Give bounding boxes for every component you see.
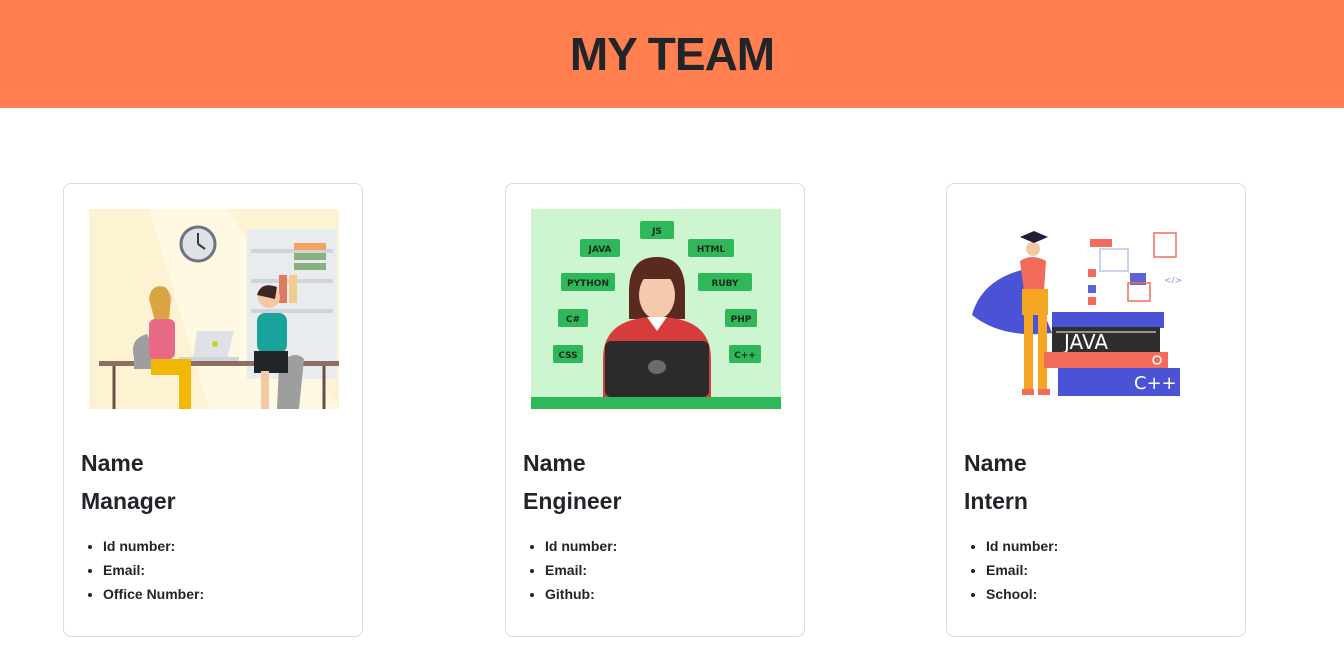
engineer-details-list: Id number: Email: Github: xyxy=(523,534,617,606)
tag-python: PYTHON xyxy=(567,279,609,289)
page-title: MY TEAM xyxy=(569,28,775,80)
page-header: MY TEAM xyxy=(0,0,1344,108)
id-number-item: Id number: xyxy=(545,534,617,558)
intern-card: </> JAVA C++ Name Intern • Id number: • … xyxy=(946,183,1246,637)
tag-cpp: C++ xyxy=(734,351,756,361)
github-item: Github: xyxy=(545,582,617,606)
book-java: JAVA xyxy=(1062,330,1108,354)
intern-role: Intern xyxy=(964,488,1028,514)
tag-ruby: RUBY xyxy=(711,279,739,289)
engineer-card: JS JAVA HTML PYTHON RUBY C# PHP CSS C++ xyxy=(505,183,805,637)
intern-illustration: </> JAVA C++ xyxy=(972,209,1222,409)
svg-text:</>: </> xyxy=(1164,276,1182,286)
id-number-item: Id number: xyxy=(986,534,1058,558)
tag-java: JAVA xyxy=(587,245,611,255)
school-item: School: xyxy=(986,582,1058,606)
tag-css: CSS xyxy=(558,351,577,361)
tag-php: PHP xyxy=(731,315,752,325)
email-item: Email: xyxy=(545,558,617,582)
office-number-item: Office Number: xyxy=(103,582,204,606)
intern-name: Name xyxy=(964,450,1027,476)
tag-js: JS xyxy=(651,227,662,237)
manager-details-list: Id number: Email: Office Number: xyxy=(81,534,204,606)
engineer-role: Engineer xyxy=(523,488,622,514)
email-item: Email: xyxy=(986,558,1058,582)
engineer-name: Name xyxy=(523,450,586,476)
email-item: Email: xyxy=(103,558,204,582)
tag-csharp: C# xyxy=(566,315,580,325)
manager-card: Name Manager Id number: Email: Office Nu… xyxy=(63,183,363,637)
engineer-illustration: JS JAVA HTML PYTHON RUBY C# PHP CSS C++ xyxy=(531,209,781,409)
intern-details-list: Id number: Email: School: xyxy=(964,534,1058,606)
manager-role: Manager xyxy=(81,488,176,514)
manager-name: Name xyxy=(81,450,144,476)
manager-illustration xyxy=(89,209,339,409)
book-cpp: C++ xyxy=(1134,373,1177,394)
id-number-item: Id number: xyxy=(103,534,204,558)
tag-html: HTML xyxy=(697,245,726,255)
